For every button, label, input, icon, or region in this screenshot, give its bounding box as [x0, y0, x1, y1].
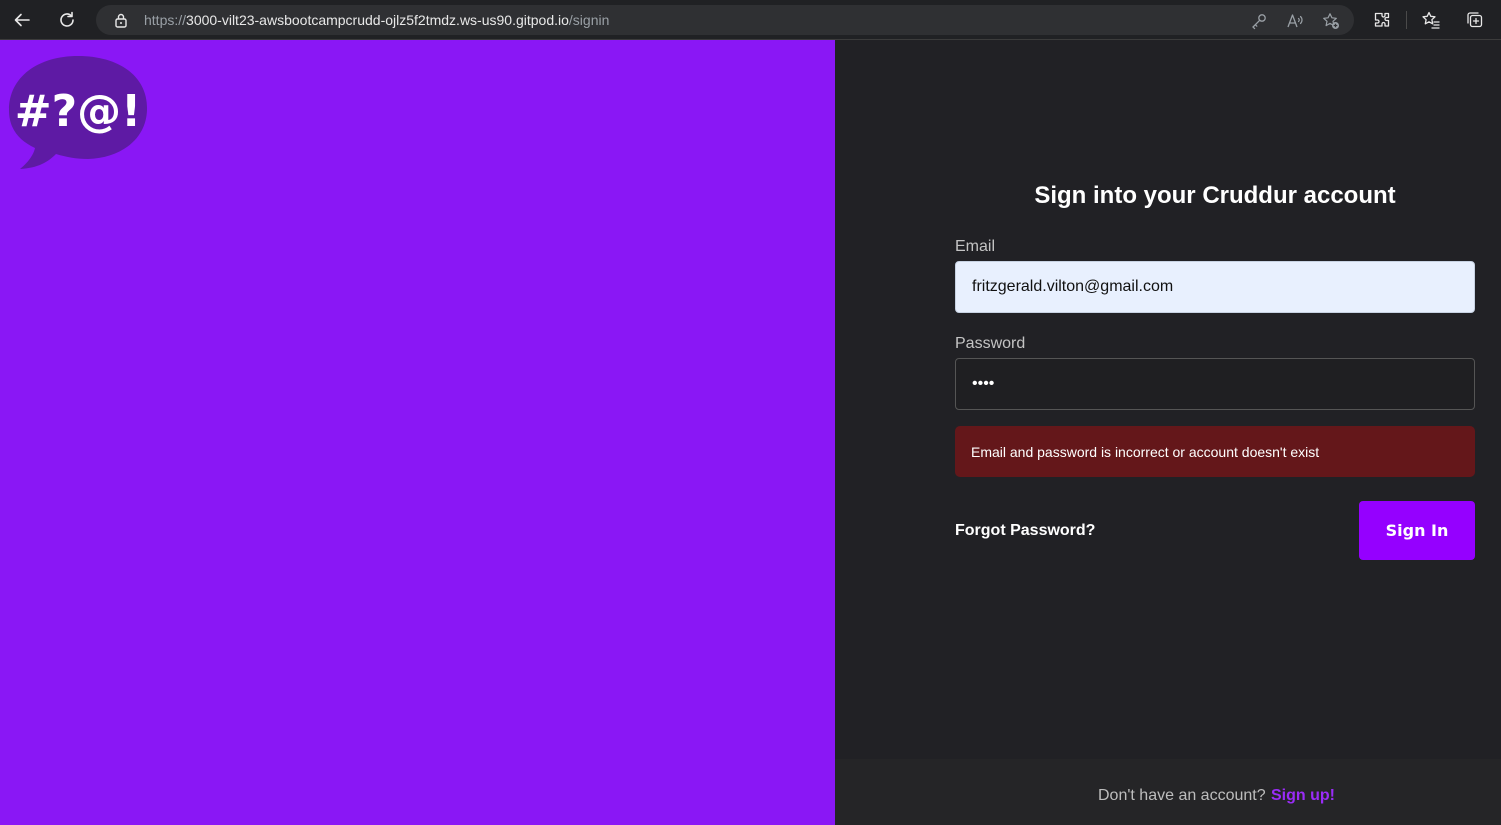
- footer: Don't have an account? Sign up!: [835, 759, 1501, 825]
- signup-prompt: Don't have an account?: [1098, 787, 1266, 804]
- brand-panel: #?@!: [0, 40, 835, 825]
- extensions-icon[interactable]: [1370, 8, 1394, 32]
- back-icon[interactable]: [10, 8, 34, 32]
- browser-toolbar: https://3000-vilt23-awsbootcampcrudd-ojl…: [0, 0, 1501, 40]
- password-field[interactable]: [955, 358, 1475, 410]
- cruddur-logo: #?@!: [9, 56, 148, 169]
- page-title: Sign into your Cruddur account: [1034, 182, 1396, 209]
- email-label: Email: [955, 238, 996, 255]
- collections-icon[interactable]: [1463, 8, 1487, 32]
- logo-text: #?@!: [15, 86, 141, 137]
- refresh-icon[interactable]: [55, 8, 79, 32]
- url-host: 3000-vilt23-awsbootcampcrudd-ojlz5f2tmdz…: [186, 12, 569, 28]
- signin-panel: Sign into your Cruddur account Email Pas…: [835, 40, 1501, 825]
- password-label: Password: [955, 335, 1026, 352]
- sign-in-button[interactable]: Sign In: [1359, 501, 1475, 560]
- read-aloud-icon[interactable]: [1286, 12, 1304, 30]
- key-icon[interactable]: [1250, 12, 1268, 30]
- email-field[interactable]: [955, 261, 1475, 313]
- error-alert: Email and password is incorrect or accou…: [955, 426, 1475, 477]
- favorites-icon[interactable]: [1419, 8, 1443, 32]
- url-path: /signin: [568, 12, 610, 28]
- add-favorite-icon[interactable]: [1322, 12, 1340, 30]
- toolbar-divider: [1406, 11, 1407, 29]
- url-scheme: https://: [144, 12, 187, 28]
- lock-icon[interactable]: [113, 12, 129, 28]
- url-text[interactable]: https://3000-vilt23-awsbootcampcrudd-ojl…: [144, 12, 609, 28]
- sign-up-link[interactable]: Sign up!: [1271, 787, 1335, 805]
- address-bar[interactable]: https://3000-vilt23-awsbootcampcrudd-ojl…: [96, 5, 1354, 35]
- forgot-password-link[interactable]: Forgot Password?: [955, 522, 1095, 540]
